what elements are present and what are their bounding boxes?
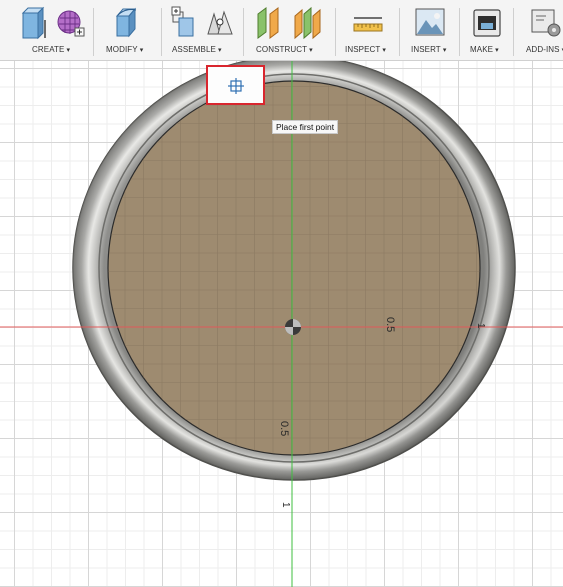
insert-label[interactable]: INSERT <box>411 45 446 54</box>
add-ins-label[interactable]: ADD-INS <box>526 45 563 54</box>
offset-plane-icon[interactable] <box>254 4 286 45</box>
form-grid-icon[interactable] <box>55 4 87 45</box>
dimension-radius-down[interactable]: 0.5 <box>278 421 290 436</box>
dimension-edge-right[interactable]: 1 <box>475 323 486 329</box>
toolbar: CREATE MODIFY <box>0 0 563 61</box>
make-label[interactable]: MAKE <box>470 45 499 54</box>
sketch-scene: 0.5 0.5 1 1 <box>0 61 563 587</box>
scripts-icon[interactable] <box>530 4 562 45</box>
measure-icon[interactable] <box>352 4 384 45</box>
insert-group[interactable]: INSERT <box>400 0 458 60</box>
extrude-icon[interactable] <box>18 4 48 45</box>
inspect-group[interactable]: INSPECT <box>336 0 398 60</box>
modify-label[interactable]: MODIFY <box>106 45 143 54</box>
sketch-profile[interactable] <box>107 80 481 456</box>
construct-group[interactable]: CONSTRUCT <box>244 0 334 60</box>
press-pull-icon[interactable] <box>111 4 141 45</box>
midplane-icon[interactable] <box>292 4 324 45</box>
dimension-edge-bottom[interactable]: 1 <box>280 502 291 508</box>
joint-icon[interactable] <box>204 4 236 45</box>
create-label[interactable]: CREATE <box>32 45 70 54</box>
assemble-label[interactable]: ASSEMBLE <box>172 45 222 54</box>
new-component-icon[interactable] <box>169 4 199 45</box>
create-group[interactable]: CREATE <box>0 0 92 60</box>
origin-point[interactable] <box>285 319 301 335</box>
tooltip-place-first-point: Place first point <box>272 120 339 134</box>
construct-label[interactable]: CONSTRUCT <box>256 45 313 54</box>
place-point-icon <box>228 78 244 94</box>
dimension-radius-right[interactable]: 0.5 <box>384 317 396 332</box>
assemble-group[interactable]: ASSEMBLE <box>162 0 242 60</box>
modify-group[interactable]: MODIFY <box>94 0 160 60</box>
image-icon[interactable] <box>414 4 446 45</box>
place-point-button[interactable] <box>206 65 265 105</box>
canvas-viewport[interactable]: 0.5 0.5 1 1 <box>0 61 563 587</box>
add-ins-group[interactable]: ADD-INS <box>514 0 563 60</box>
make-group[interactable]: MAKE <box>460 0 512 60</box>
inspect-label[interactable]: INSPECT <box>345 45 386 54</box>
3d-print-icon[interactable] <box>471 4 503 45</box>
